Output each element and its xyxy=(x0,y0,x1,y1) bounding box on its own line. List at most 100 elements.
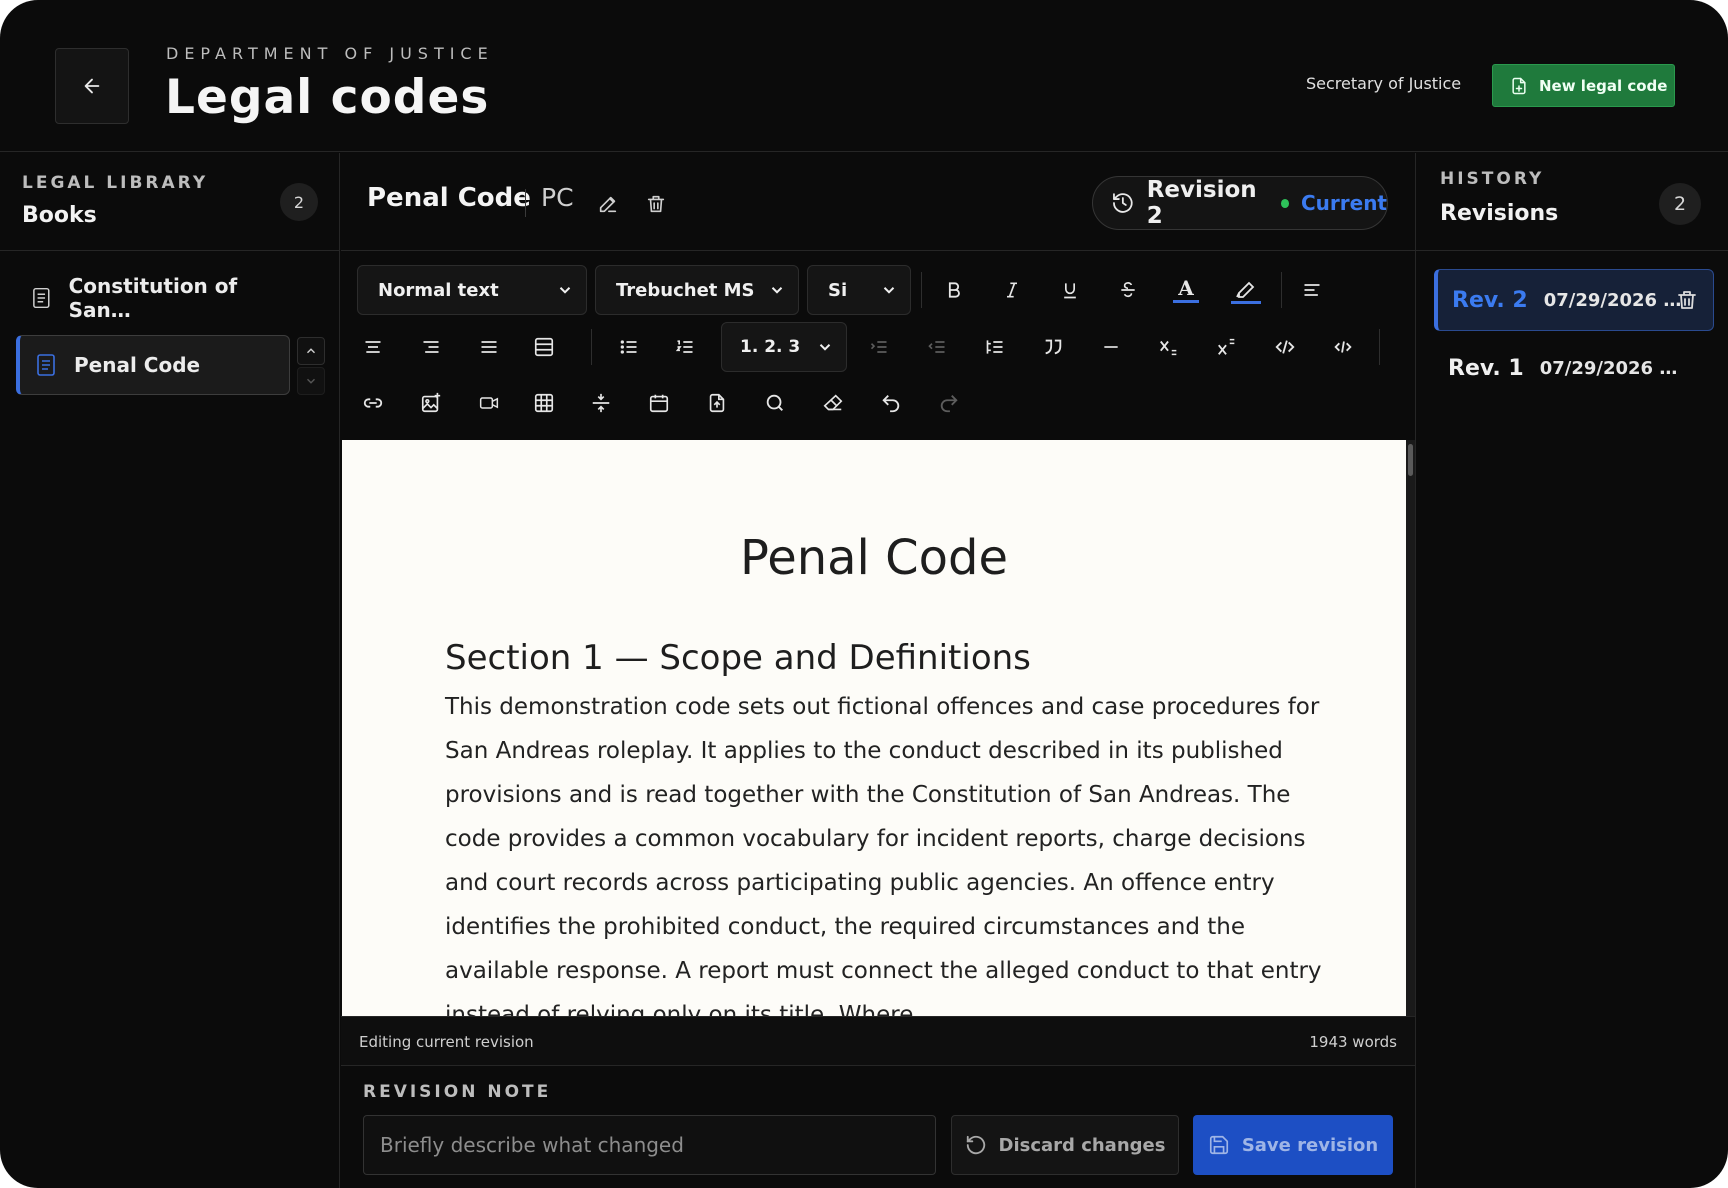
revision-item-1[interactable]: Rev. 1 07/29/2026 … xyxy=(1434,337,1714,399)
highlight-button[interactable] xyxy=(1228,272,1264,308)
revision-note-input[interactable] xyxy=(363,1115,936,1175)
superscript-button[interactable] xyxy=(1209,329,1245,365)
indent-icon xyxy=(870,341,887,353)
italic-button[interactable] xyxy=(994,272,1030,308)
code-button[interactable] xyxy=(1267,329,1303,365)
undo-button[interactable] xyxy=(873,385,909,421)
code-icon xyxy=(1275,340,1295,354)
chevron-down-icon xyxy=(771,287,783,294)
file-upload-icon xyxy=(709,393,725,413)
align-center-button[interactable] xyxy=(355,329,391,365)
library-count-badge: 2 xyxy=(280,183,318,221)
date-button[interactable] xyxy=(641,385,677,421)
numbered-list-button[interactable] xyxy=(667,329,703,365)
bullet-list-button[interactable] xyxy=(611,329,647,365)
underline-button[interactable] xyxy=(1052,272,1088,308)
eraser-icon xyxy=(823,394,843,411)
video-button[interactable] xyxy=(471,385,507,421)
save-revision-button[interactable]: Save revision xyxy=(1193,1115,1393,1175)
current-status-dot xyxy=(1280,198,1289,208)
save-revision-label: Save revision xyxy=(1241,1134,1379,1156)
history-eyebrow: HISTORY xyxy=(1440,169,1545,189)
align-right-icon xyxy=(423,341,439,353)
move-down-button[interactable] xyxy=(297,367,325,395)
library-eyebrow: LEGAL LIBRARY xyxy=(22,173,209,193)
code-block-button[interactable] xyxy=(1325,329,1361,365)
quote-icon xyxy=(1045,339,1062,355)
find-button[interactable] xyxy=(757,385,793,421)
clear-formatting-button[interactable] xyxy=(815,385,851,421)
upload-file-button[interactable] xyxy=(699,385,735,421)
subscript-button[interactable] xyxy=(1151,329,1187,365)
align-left-button[interactable] xyxy=(1294,272,1330,308)
link-button[interactable] xyxy=(355,385,391,421)
section-heading: Section 1 — Scope and Definitions xyxy=(445,638,1031,678)
revision-number: Rev. 2 xyxy=(1452,287,1528,313)
list-style-select[interactable]: 1. 2. 3 xyxy=(721,322,847,372)
document-canvas[interactable]: Penal Code Section 1 — Scope and Definit… xyxy=(342,440,1406,1016)
text-color-button[interactable]: A xyxy=(1168,272,1204,308)
book-item-constitution[interactable]: Constitution of San… xyxy=(16,268,290,328)
align-justify-icon xyxy=(481,341,497,353)
superscript-icon xyxy=(1218,338,1235,355)
rename-button[interactable] xyxy=(593,189,623,219)
strikethrough-button[interactable] xyxy=(1110,272,1146,308)
discard-changes-label: Discard changes xyxy=(998,1134,1166,1156)
save-icon xyxy=(1209,1135,1228,1155)
revision-item-2[interactable]: Rev. 2 07/29/2026 … xyxy=(1434,269,1714,331)
indent-button xyxy=(861,329,897,365)
block-style-select[interactable]: Normal text xyxy=(357,265,587,315)
chevron-down-icon xyxy=(819,344,831,351)
app-window: DEPARTMENT OF JUSTICE Legal codes Secret… xyxy=(0,0,1728,1188)
revision-pill[interactable]: Revision 2 Current xyxy=(1092,176,1388,230)
back-button[interactable] xyxy=(55,48,129,124)
document-heading: Penal Code xyxy=(739,530,1009,586)
bold-icon xyxy=(948,282,960,298)
new-legal-code-button[interactable]: New legal code xyxy=(1492,64,1675,107)
history-sidebar: HISTORY Revisions 2 Rev. 2 07/29/2026 … … xyxy=(1415,153,1728,1188)
redo-icon xyxy=(940,395,958,413)
user-role: Secretary of Justice xyxy=(1306,74,1462,93)
table-button[interactable] xyxy=(526,385,562,421)
editor-statusbar: Editing current revision 1943 words xyxy=(341,1016,1415,1066)
toolbar-divider xyxy=(591,329,592,365)
delete-revision-button[interactable] xyxy=(1675,288,1699,316)
chevron-up-icon xyxy=(307,348,315,354)
outdent-button xyxy=(919,329,955,365)
library-title: Books xyxy=(22,203,97,228)
move-up-button[interactable] xyxy=(297,337,325,365)
bold-button[interactable] xyxy=(936,272,972,308)
search-icon xyxy=(766,394,783,411)
discard-changes-button[interactable]: Discard changes xyxy=(951,1115,1179,1175)
image-button[interactable] xyxy=(413,385,449,421)
block-style-value: Normal text xyxy=(378,279,499,301)
revision-label: Revision 2 xyxy=(1146,177,1257,229)
history-count-badge: 2 xyxy=(1659,183,1701,225)
blockquote-button[interactable] xyxy=(1035,329,1071,365)
align-right-button[interactable] xyxy=(413,329,449,365)
book-item-label: Constitution of San… xyxy=(68,274,238,322)
page-break-button[interactable] xyxy=(583,385,619,421)
delete-book-button[interactable] xyxy=(641,189,671,219)
align-justify-button[interactable] xyxy=(471,329,507,365)
font-family-select[interactable]: Trebuchet MS xyxy=(595,265,799,315)
layout-rows-icon xyxy=(534,337,554,357)
align-center-icon xyxy=(365,341,381,353)
rotate-ccw-icon xyxy=(966,1135,985,1155)
chevron-down-icon xyxy=(559,287,571,294)
video-icon xyxy=(479,397,499,409)
horizontal-rule-button[interactable] xyxy=(1093,329,1129,365)
revision-status: Current xyxy=(1300,191,1387,215)
scrollbar-thumb[interactable] xyxy=(1408,444,1413,476)
arrow-left-icon xyxy=(84,78,100,94)
highlighter-icon xyxy=(1231,281,1261,304)
strikethrough-icon xyxy=(1121,282,1135,298)
checklist-button[interactable] xyxy=(977,329,1013,365)
font-size-select[interactable]: Si xyxy=(807,265,911,315)
book-item-penal-code[interactable]: Penal Code xyxy=(16,335,290,395)
block-layout-button[interactable] xyxy=(526,329,562,365)
revision-note-label: REVISION NOTE xyxy=(363,1082,552,1102)
document-scrollbar[interactable] xyxy=(1406,440,1415,1016)
book-item-label: Penal Code xyxy=(74,353,201,377)
revision-date: 07/29/2026 … xyxy=(1543,289,1682,311)
